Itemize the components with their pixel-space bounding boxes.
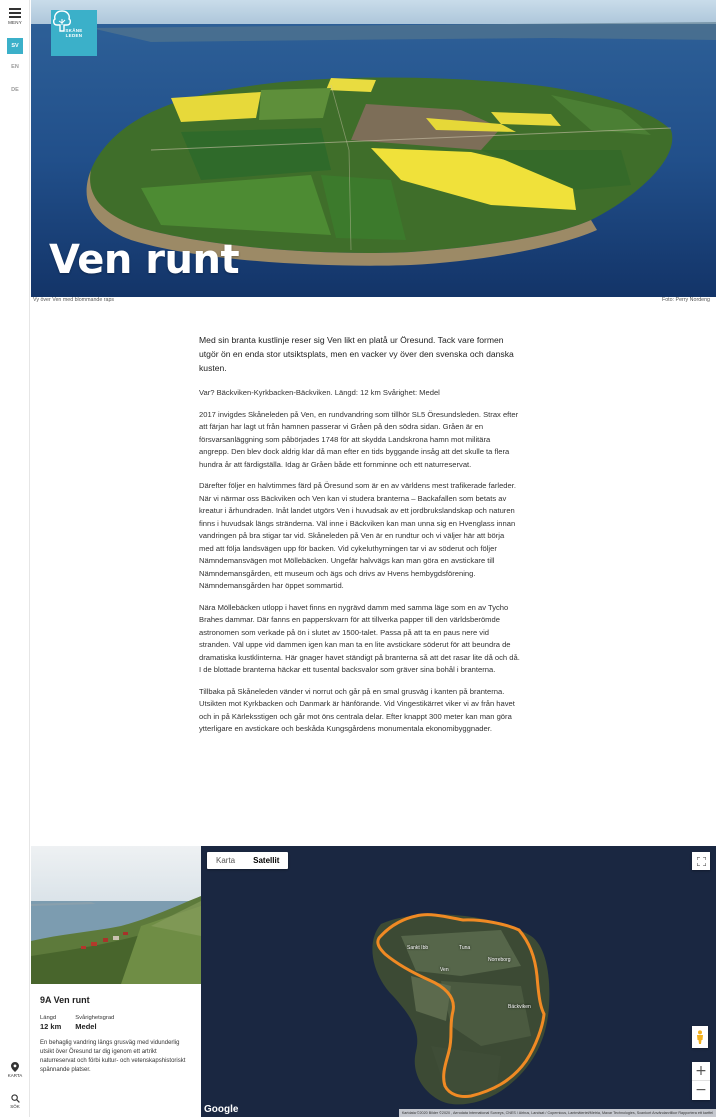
article-paragraph: 2017 invigdes Skåneleden på Ven, en rund… xyxy=(199,409,519,469)
difficulty-label: Svårighetsgrad xyxy=(75,1015,115,1021)
search-icon xyxy=(10,1094,20,1103)
route-card[interactable]: 9A Ven runt Längd 12 km Svårighetsgrad M… xyxy=(31,846,201,1117)
logo-text-line2: LEDEN xyxy=(65,33,83,38)
map-label: KARTA xyxy=(7,1073,23,1078)
route-info: 9A Ven runt Längd 12 km Svårighetsgrad M… xyxy=(31,984,201,1075)
street-view-button[interactable] xyxy=(692,1026,708,1048)
menu-label: MENY xyxy=(8,20,22,25)
length-value: 12 km xyxy=(40,1022,62,1031)
language-en[interactable]: EN xyxy=(7,59,23,75)
map-pin-icon xyxy=(11,1062,19,1072)
coast-photo xyxy=(31,846,201,984)
hero-image: SKÅNE LEDEN Ven runt xyxy=(31,0,716,297)
hamburger-icon xyxy=(9,8,21,18)
article-meta: Var? Bäckviken-Kyrkbacken-Bäckviken. Län… xyxy=(199,388,440,397)
route-map[interactable]: Sankt Ibb Tuna Norreborg Ven Bäckviken K… xyxy=(201,846,716,1117)
map-type-map-button[interactable]: Karta xyxy=(207,852,244,869)
page-title: Ven runt xyxy=(49,237,240,283)
language-de[interactable]: DE xyxy=(7,82,23,98)
search-button[interactable]: SÖK xyxy=(2,1094,28,1109)
place-label: Ven xyxy=(440,967,449,973)
zoom-in-button[interactable]: + xyxy=(692,1062,710,1081)
place-label: Tuna xyxy=(459,945,471,951)
map-attribution[interactable]: Kartdata ©2020 Bilder ©2020 , Aerodata I… xyxy=(398,1109,716,1117)
article-body: Med sin branta kustlinje reser sig Ven l… xyxy=(199,333,521,745)
route-description: En behaglig vandring längs grusväg med v… xyxy=(40,1040,186,1073)
article-paragraph: Nära Möllebäcken utlopp i havet finns en… xyxy=(199,602,520,675)
article-paragraph: Tillbaka på Skåneleden vänder vi norrut … xyxy=(199,686,515,734)
map-type-satellite-button[interactable]: Satellit xyxy=(244,852,288,869)
article-paragraph: Därefter följer en halvtimmes färd på Ör… xyxy=(199,481,516,590)
length-stat: Längd 12 km xyxy=(40,1015,61,1031)
google-logo: Google xyxy=(204,1104,239,1115)
difficulty-value: Medel xyxy=(75,1022,97,1031)
place-label: Sankt Ibb xyxy=(407,945,429,951)
place-label: Bäckviken xyxy=(508,1004,531,1010)
zoom-control: + − xyxy=(692,1062,710,1100)
article-lead: Med sin branta kustlinje reser sig Ven l… xyxy=(199,335,514,373)
language-sv[interactable]: SV xyxy=(7,38,23,54)
skaneleden-logo[interactable]: SKÅNE LEDEN xyxy=(51,10,97,56)
photo-caption: Vy över Ven med blommande raps xyxy=(33,297,115,303)
fullscreen-button[interactable] xyxy=(692,852,710,870)
map-button[interactable]: KARTA xyxy=(2,1062,28,1078)
place-label: Norreborg xyxy=(488,957,511,963)
route-photo xyxy=(31,846,201,984)
photo-credit: Foto: Perry Nordeng xyxy=(662,297,710,303)
pegman-icon xyxy=(697,1030,703,1044)
route-title[interactable]: 9A Ven runt xyxy=(40,995,192,1005)
route-stats: Längd 12 km Svårighetsgrad Medel xyxy=(40,1015,192,1031)
left-sidebar: MENY SV EN DE KARTA SÖK xyxy=(0,0,30,1117)
map-type-control: Karta Satellit xyxy=(207,852,289,869)
zoom-out-button[interactable]: − xyxy=(692,1081,710,1100)
menu-button[interactable]: MENY xyxy=(4,8,26,25)
length-label: Längd xyxy=(40,1015,57,1021)
difficulty-stat: Svårighetsgrad Medel xyxy=(75,1015,114,1031)
search-label: SÖK xyxy=(10,1104,20,1109)
fullscreen-icon xyxy=(696,856,706,866)
satellite-map-imagery xyxy=(201,846,716,1117)
tree-logo-icon xyxy=(53,10,71,32)
